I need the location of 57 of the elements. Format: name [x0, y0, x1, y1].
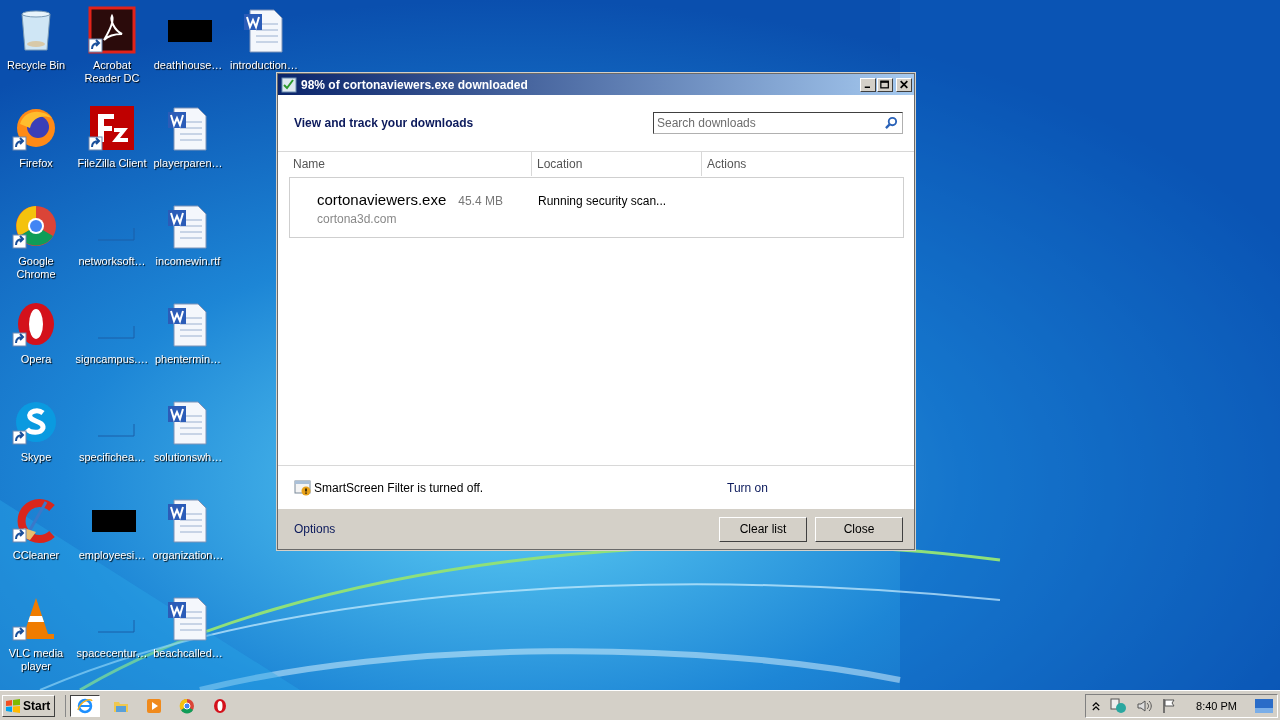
icon-label[interactable]: Google Chrome	[0, 255, 74, 281]
icon-label[interactable]: specifichea…	[74, 451, 150, 464]
app-icon[interactable]	[88, 104, 136, 152]
icon-label[interactable]: Recycle Bin	[0, 59, 74, 72]
icon-label[interactable]: FileZilla Client	[74, 157, 150, 170]
chevron-up-icon[interactable]	[1092, 700, 1101, 711]
download-item[interactable]: cortonaviewers.exe 45.4 MB cortona3d.com Running security scan...	[289, 177, 904, 238]
icon-label[interactable]: incomewin.rtf	[150, 255, 226, 268]
network-icon[interactable]	[1109, 697, 1128, 714]
icon-label[interactable]: deathhouse…	[150, 59, 226, 72]
close-button[interactable]	[896, 77, 912, 92]
icon-label[interactable]: organization…	[150, 549, 226, 562]
column-header[interactable]: Name	[278, 152, 531, 176]
icon-label[interactable]: CCleaner	[0, 549, 74, 562]
icon-label[interactable]: playerparen…	[150, 157, 226, 170]
icon-label[interactable]: VLC media player	[0, 647, 74, 673]
icon-label[interactable]: Skype	[0, 451, 74, 464]
flag-icon[interactable]	[1161, 697, 1178, 714]
column-header[interactable]: Actions	[701, 152, 914, 176]
maximize-icon	[880, 80, 890, 89]
options-link[interactable]: Options	[294, 522, 336, 536]
icon-label[interactable]: signcampus.…	[74, 353, 150, 366]
icon-label[interactable]: employeesi…	[74, 549, 150, 562]
file-name: cortonaviewers.exe	[317, 191, 447, 208]
warning-shield-icon	[294, 479, 312, 496]
column-header[interactable]: Location	[531, 152, 701, 176]
icon-label[interactable]: introduction…	[226, 59, 302, 72]
dialog-heading: View and track your downloads	[294, 116, 474, 130]
download-status: Running security scan...	[538, 194, 667, 208]
turn-on-link[interactable]: Turn on	[727, 480, 768, 495]
minimize-button[interactable]	[860, 77, 876, 92]
maximize-button[interactable]	[877, 77, 893, 92]
browser-e-icon[interactable]	[70, 694, 101, 717]
file-size: 45.4 MB	[458, 194, 503, 208]
icon-label[interactable]: phentermin…	[150, 353, 226, 366]
app-icon[interactable]	[88, 6, 136, 54]
download-check-icon	[281, 76, 297, 93]
speaker-icon[interactable]	[1136, 697, 1153, 714]
show-desktop-icon[interactable]	[1255, 698, 1273, 713]
search-icon[interactable]	[885, 116, 898, 129]
icon-label[interactable]: Firefox	[0, 157, 74, 170]
icon-label[interactable]: beachcalled…	[150, 647, 226, 660]
icon-label[interactable]: Opera	[0, 353, 74, 366]
icon-label[interactable]: solutionswh…	[150, 451, 226, 464]
windows-logo-icon	[5, 697, 21, 714]
close-dialog-button[interactable]: Close	[815, 516, 903, 542]
clear-list-button[interactable]: Clear list	[719, 516, 807, 542]
file-source: cortona3d.com	[317, 212, 398, 226]
window-title: 98% of cortonaviewers.exe downloaded	[301, 77, 529, 92]
icon-label[interactable]: spacecentur…	[74, 647, 150, 660]
icon-label[interactable]: Acrobat Reader DC	[74, 59, 150, 85]
smartscreen-message: SmartScreen Filter is turned off.	[314, 480, 485, 495]
close-icon	[899, 80, 909, 89]
start-button[interactable]: Start	[2, 694, 56, 717]
icon-label[interactable]: networksoft…	[74, 255, 150, 268]
clock[interactable]: 8:40 PM	[1196, 699, 1237, 712]
search-field[interactable]: Search downloads	[653, 112, 903, 134]
